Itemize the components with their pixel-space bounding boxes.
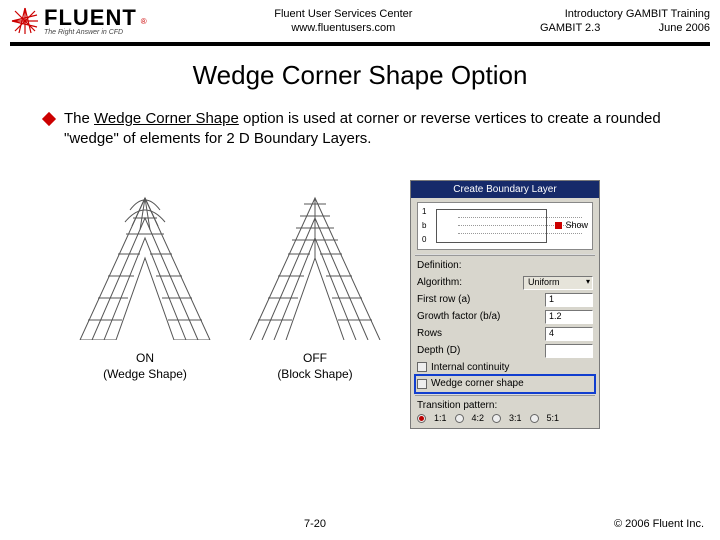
- services-url: www.fluentusers.com: [147, 21, 540, 35]
- brand-logo: FLUENT The Right Answer in CFD ®: [10, 6, 147, 36]
- brand-tagline: The Right Answer in CFD: [44, 29, 137, 36]
- depth-input[interactable]: [545, 344, 593, 358]
- panel-title: Create Boundary Layer: [411, 181, 599, 199]
- pattern-radio-1-1[interactable]: [417, 414, 426, 423]
- date-label: June 2006: [659, 21, 710, 35]
- services-center-label: Fluent User Services Center: [147, 7, 540, 21]
- axis-label-b: b: [422, 221, 426, 232]
- training-title: Introductory GAMBIT Training: [540, 7, 710, 21]
- copyright: © 2006 Fluent Inc.: [614, 518, 704, 530]
- transition-pattern-label: Transition pattern:: [417, 399, 593, 413]
- bullet-text: The Wedge Corner Shape option is used at…: [64, 109, 692, 150]
- slide-header: FLUENT The Right Answer in CFD ® Fluent …: [0, 0, 720, 40]
- rows-label: Rows: [417, 327, 541, 341]
- diagram-on-label-1: ON: [70, 350, 220, 366]
- header-center: Fluent User Services Center www.fluentus…: [147, 7, 540, 36]
- internal-continuity-label: Internal continuity: [431, 361, 509, 375]
- wedge-off-icon: [240, 180, 390, 340]
- diamond-bullet-icon: [42, 112, 56, 126]
- pattern-radio-5-1[interactable]: [530, 414, 539, 423]
- wedge-on-icon: [70, 180, 220, 340]
- wedge-corner-label: Wedge corner shape: [431, 377, 524, 391]
- sunburst-icon: [10, 6, 40, 36]
- diagram-off: OFF (Block Shape): [240, 180, 390, 382]
- algorithm-label: Algorithm:: [417, 276, 519, 290]
- bullet-item: The Wedge Corner Shape option is used at…: [44, 109, 692, 150]
- first-row-label: First row (a): [417, 293, 541, 307]
- diagram-on-label-2: (Wedge Shape): [70, 366, 220, 382]
- show-toggle[interactable]: Show: [555, 219, 588, 231]
- create-boundary-layer-panel: Create Boundary Layer 1 b 0 Show Definit…: [410, 180, 600, 430]
- chevron-down-icon: ▾: [586, 277, 590, 288]
- page-number: 7-20: [16, 518, 614, 530]
- algorithm-dropdown[interactable]: Uniform▾: [523, 276, 593, 290]
- axis-label-0: 0: [422, 235, 426, 246]
- growth-factor-input[interactable]: 1.2: [545, 310, 593, 324]
- first-row-input[interactable]: 1: [545, 293, 593, 307]
- version-label: GAMBIT 2.3: [540, 21, 600, 35]
- pattern-radio-3-1[interactable]: [492, 414, 501, 423]
- underlined-term: Wedge Corner Shape: [94, 110, 239, 127]
- rows-input[interactable]: 4: [545, 327, 593, 341]
- brand-name: FLUENT: [44, 7, 137, 29]
- plot-preview: 1 b 0 Show: [417, 202, 593, 250]
- definition-label: Definition:: [417, 259, 593, 273]
- diagram-off-label-2: (Block Shape): [240, 366, 390, 382]
- internal-continuity-checkbox[interactable]: [417, 362, 427, 372]
- growth-factor-label: Growth factor (b/a): [417, 310, 541, 324]
- header-rule: [10, 42, 710, 46]
- diagram-on: ON (Wedge Shape): [70, 180, 220, 382]
- diagram-off-label-1: OFF: [240, 350, 390, 366]
- header-right: Introductory GAMBIT Training GAMBIT 2.3 …: [540, 7, 710, 36]
- depth-label: Depth (D): [417, 344, 541, 358]
- wedge-corner-checkbox[interactable]: [417, 379, 427, 389]
- slide-footer: 7-20 © 2006 Fluent Inc.: [0, 518, 720, 530]
- slide-title: Wedge Corner Shape Option: [0, 60, 720, 91]
- pattern-radio-4-2[interactable]: [455, 414, 464, 423]
- axis-label-1: 1: [422, 207, 426, 218]
